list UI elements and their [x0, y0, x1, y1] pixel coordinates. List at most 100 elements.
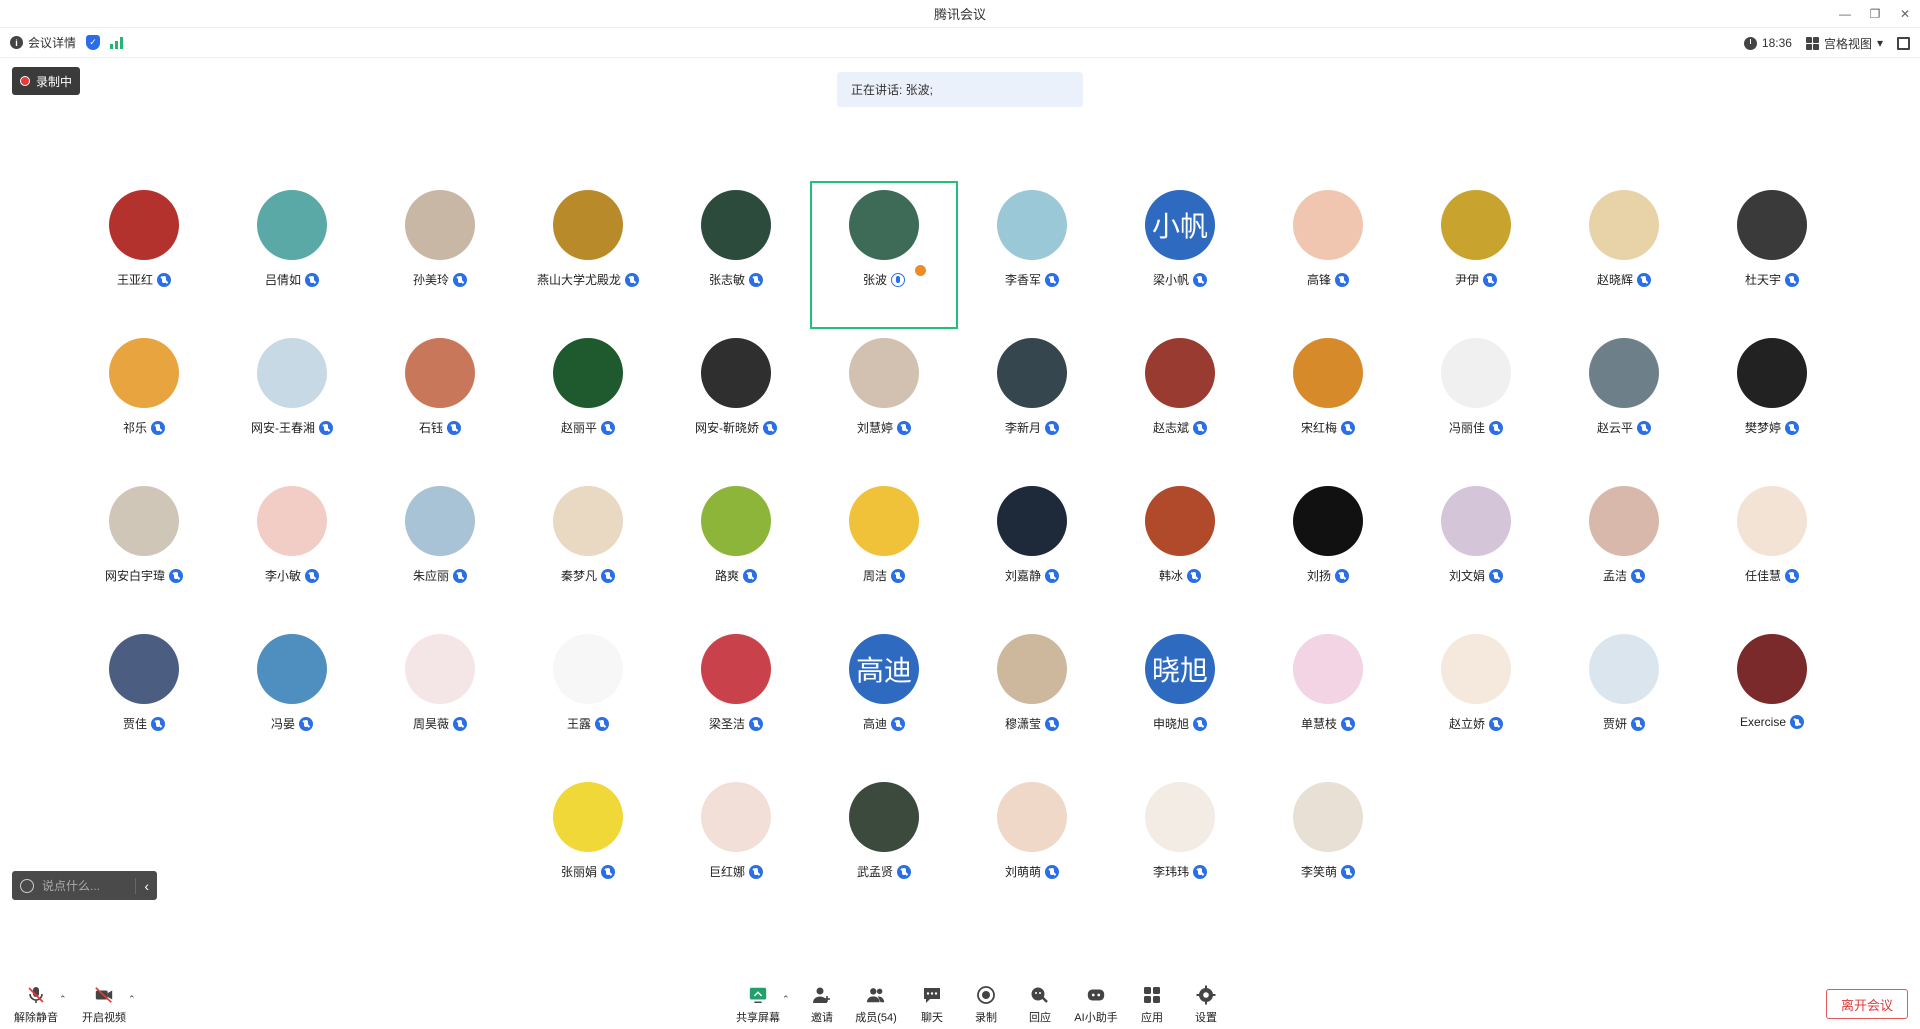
- participant-name-row: 李新月: [1005, 419, 1059, 436]
- participant-name: 周昊薇: [412, 717, 449, 731]
- participant-tile[interactable]: 巨红娜: [662, 773, 810, 921]
- participant-tile[interactable]: 赵云平: [1550, 329, 1698, 477]
- participant-tile[interactable]: 王亚红: [70, 181, 218, 329]
- participant-tile[interactable]: 李新月: [958, 329, 1106, 477]
- chat-placeholder[interactable]: 说点什么...: [42, 877, 127, 894]
- participant-tile[interactable]: 梁圣洁: [662, 625, 810, 773]
- participant-tile[interactable]: 刘萌萌: [958, 773, 1106, 921]
- participant-tile[interactable]: 贾佳: [70, 625, 218, 773]
- participant-name-row: 李小敏: [265, 567, 319, 584]
- reactions-button[interactable]: 回应: [1020, 980, 1060, 1029]
- participant-tile[interactable]: 冯晏: [218, 625, 366, 773]
- participant-tile[interactable]: 李笑萌: [1254, 773, 1402, 921]
- mic-muted-icon: [1483, 272, 1497, 287]
- participant-tile[interactable]: 杜天宇: [1698, 181, 1846, 329]
- participant-tile[interactable]: 祁乐: [70, 329, 218, 477]
- avatar-initials: 晓旭: [1151, 655, 1208, 686]
- participant-tile[interactable]: 吕倩如: [218, 181, 366, 329]
- participant-tile[interactable]: 秦梦凡: [514, 477, 662, 625]
- participant-tile[interactable]: 网安-王春湘: [218, 329, 366, 477]
- participant-tile[interactable]: 宋红梅: [1254, 329, 1402, 477]
- ai-assistant-button[interactable]: AI小助手: [1072, 980, 1120, 1029]
- mic-muted-icon: [897, 420, 911, 435]
- participant-tile[interactable]: 石钰: [366, 329, 514, 477]
- participant-tile[interactable]: 武孟贤: [810, 773, 958, 921]
- avatar: 高迪: [849, 634, 919, 704]
- participant-name-row: 巨红娜: [709, 863, 763, 880]
- participant-tile[interactable]: 小帆 梁小帆: [1106, 181, 1254, 329]
- participant-name-row: 路爽: [715, 567, 757, 584]
- participant-tile[interactable]: 网安白宇瑋: [70, 477, 218, 625]
- participant-tile[interactable]: 周昊薇: [366, 625, 514, 773]
- participant-name-row: 网安-王春湘: [251, 419, 333, 436]
- participant-grid: 王亚红 吕倩如 孙美玲 燕山大学尤殿龙 张志敏 张波 李香军 小帆 梁小帆 高锋 尹伊 赵晓辉 杜天宇祁…: [0, 0, 1920, 1029]
- apps-button[interactable]: 应用: [1132, 980, 1172, 1029]
- start-video-label: 开启视频: [82, 1011, 126, 1024]
- video-options-caret[interactable]: ⌃: [128, 994, 136, 1005]
- participant-tile[interactable]: 路爽: [662, 477, 810, 625]
- mic-muted-icon: [749, 272, 763, 287]
- participant-tile[interactable]: 周洁: [810, 477, 958, 625]
- chat-quick-input[interactable]: 说点什么... ‹: [12, 871, 157, 900]
- participant-tile[interactable]: 网安-靳晓娇: [662, 329, 810, 477]
- participant-tile[interactable]: 高锋: [1254, 181, 1402, 329]
- avatar: [553, 338, 623, 408]
- participant-tile[interactable]: 刘慧婷: [810, 329, 958, 477]
- audio-options-caret[interactable]: ⌃: [59, 994, 67, 1005]
- settings-button[interactable]: 设置: [1186, 980, 1226, 1029]
- participant-tile[interactable]: 任佳慧: [1698, 477, 1846, 625]
- participant-tile[interactable]: 尹伊: [1402, 181, 1550, 329]
- chat-button[interactable]: 聊天: [912, 980, 952, 1029]
- participant-tile[interactable]: 张波: [810, 181, 958, 329]
- avatar: [849, 190, 919, 260]
- participant-tile[interactable]: 韩冰: [1106, 477, 1254, 625]
- participant-tile[interactable]: 高迪 高迪: [810, 625, 958, 773]
- participant-name-row: 周洁: [863, 567, 905, 584]
- avatar: [1293, 486, 1363, 556]
- participant-tile[interactable]: 赵立娇: [1402, 625, 1550, 773]
- participant-tile[interactable]: 朱应丽: [366, 477, 514, 625]
- participant-tile[interactable]: 刘嘉静: [958, 477, 1106, 625]
- participant-tile[interactable]: 赵志斌: [1106, 329, 1254, 477]
- participant-tile[interactable]: 张志敏: [662, 181, 810, 329]
- participant-tile[interactable]: 李小敏: [218, 477, 366, 625]
- participant-tile[interactable]: 孙美玲: [366, 181, 514, 329]
- participant-tile[interactable]: 贾妍: [1550, 625, 1698, 773]
- participant-tile[interactable]: 燕山大学尤殿龙: [514, 181, 662, 329]
- start-video-button[interactable]: 开启视频: [80, 980, 128, 1029]
- participant-name: 巨红娜: [708, 865, 745, 879]
- share-screen-button[interactable]: 共享屏幕: [734, 980, 782, 1029]
- participant-tile[interactable]: 赵丽平: [514, 329, 662, 477]
- mic-muted-icon: [891, 716, 905, 731]
- participant-tile[interactable]: 樊梦婷: [1698, 329, 1846, 477]
- members-button[interactable]: 成员(54): [852, 980, 900, 1029]
- participant-tile[interactable]: 刘文娟: [1402, 477, 1550, 625]
- invite-button[interactable]: 邀请: [802, 980, 842, 1029]
- participant-name-row: 赵立娇: [1449, 715, 1503, 732]
- participant-tile[interactable]: 张丽娟: [514, 773, 662, 921]
- avatar: [1145, 486, 1215, 556]
- participant-name: 梁小帆: [1152, 273, 1189, 287]
- emoji-icon[interactable]: [20, 878, 34, 893]
- participant-tile[interactable]: 穆潇莹: [958, 625, 1106, 773]
- participant-tile[interactable]: 李香军: [958, 181, 1106, 329]
- participant-tile[interactable]: 单慧枝: [1254, 625, 1402, 773]
- avatar: [109, 486, 179, 556]
- mic-muted-icon: [1187, 568, 1201, 583]
- record-button[interactable]: 录制: [966, 980, 1006, 1029]
- share-options-caret[interactable]: ⌃: [782, 994, 790, 1005]
- collapse-chevron-icon[interactable]: ‹: [135, 877, 149, 894]
- participant-tile[interactable]: 冯丽佳: [1402, 329, 1550, 477]
- leave-meeting-button[interactable]: 离开会议: [1826, 989, 1908, 1019]
- participant-tile[interactable]: Exercise: [1698, 625, 1846, 773]
- participant-tile[interactable]: 晓旭 申晓旭: [1106, 625, 1254, 773]
- participant-tile[interactable]: 王露: [514, 625, 662, 773]
- participant-tile[interactable]: 李玮玮: [1106, 773, 1254, 921]
- participant-tile[interactable]: 孟洁: [1550, 477, 1698, 625]
- participant-tile[interactable]: 赵晓辉: [1550, 181, 1698, 329]
- unmute-button[interactable]: 解除静音: [12, 980, 60, 1029]
- avatar: [1589, 486, 1659, 556]
- avatar: [849, 782, 919, 852]
- participant-tile[interactable]: 刘扬: [1254, 477, 1402, 625]
- mic-muted-icon: [319, 420, 333, 435]
